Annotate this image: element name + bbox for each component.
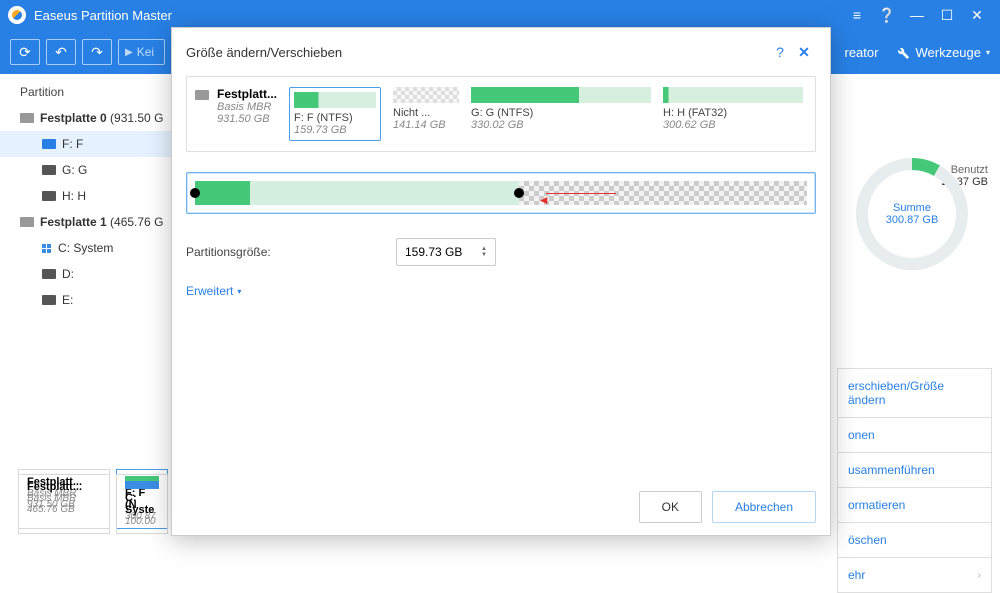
undo-button[interactable]: ↶ (46, 39, 76, 65)
tools-menu[interactable]: Werkzeuge ▾ (894, 44, 990, 60)
usage-donut: Summe 300.87 GB (852, 154, 972, 274)
overview-unallocated[interactable]: Nicht ... 141.14 GB (393, 87, 459, 141)
chevron-right-icon: › (978, 570, 981, 581)
partition-size-input[interactable]: 159.73 GB ▲▼ (396, 238, 496, 266)
overview-disk-info: Festplatt... Basis MBR 931.50 GB (195, 87, 277, 141)
op-more[interactable]: ehr› (837, 557, 992, 593)
refresh-button[interactable]: ⟳ (10, 39, 40, 65)
dialog-help-icon[interactable]: ? (768, 40, 792, 64)
app-logo-icon (8, 6, 26, 24)
partition-icon (42, 269, 56, 279)
sidebar-disk-0[interactable]: Festplatte 0 (931.50 G (0, 105, 200, 131)
cancel-button[interactable]: Abbrechen (712, 491, 816, 523)
system-icon (42, 243, 52, 253)
chevron-down-icon: ▾ (237, 287, 241, 296)
resize-unallocated-region (519, 181, 807, 205)
donut-sum-value: 300.87 GB (886, 214, 939, 226)
sidebar-part-c[interactable]: C: System (0, 235, 200, 261)
overview-part-f[interactable]: F: F (NTFS) 159.73 GB (289, 87, 381, 141)
sidebar-part-e[interactable]: E: (0, 287, 200, 313)
apply-button[interactable]: ▶ Kei (118, 39, 165, 65)
op-resize[interactable]: erschieben/Größe ändern (837, 368, 992, 418)
lower-disk1-part-c[interactable]: C: Syste 100.00 (116, 474, 168, 534)
help-icon[interactable]: ❔ (872, 0, 902, 30)
donut-sum-label: Summe (886, 202, 939, 214)
maximize-icon[interactable]: ☐ (932, 0, 962, 30)
redo-button[interactable]: ↷ (82, 39, 112, 65)
resize-handle-right[interactable] (514, 188, 524, 198)
op-delete[interactable]: öschen (837, 522, 992, 558)
dialog-close-icon[interactable]: ✕ (792, 40, 816, 64)
ok-button[interactable]: OK (639, 491, 702, 523)
disk-icon (195, 90, 209, 100)
sidebar-header: Partition (0, 79, 200, 105)
resize-handle-left[interactable] (190, 188, 200, 198)
minimize-icon[interactable]: — (902, 0, 932, 30)
op-format[interactable]: ormatieren (837, 487, 992, 523)
wrench-icon (894, 44, 910, 60)
close-window-icon[interactable]: ✕ (962, 0, 992, 30)
titlebar: Easeus Partition Master ≡ ❔ — ☐ ✕ (0, 0, 1000, 30)
disk-icon (20, 113, 34, 123)
operations-list: erschieben/Größe ändern onen usammenführ… (837, 369, 992, 593)
menu-icon[interactable]: ≡ (842, 0, 872, 30)
partition-icon (42, 165, 56, 175)
sidebar-part-h[interactable]: H: H (0, 183, 200, 209)
sidebar-part-f[interactable]: F: F (0, 131, 200, 157)
partition-icon (42, 295, 56, 305)
stepper-icon[interactable]: ▲▼ (481, 246, 487, 258)
sidebar-disk-1[interactable]: Festplatte 1 (465.76 G (0, 209, 200, 235)
overview-part-g[interactable]: G: G (NTFS) 330.02 GB (471, 87, 651, 141)
partition-icon (42, 191, 56, 201)
creator-button[interactable]: reator (845, 45, 879, 60)
lower-disk1-card[interactable]: Festplatt... Basis MBR 465.76 GB (18, 474, 110, 534)
resize-slider[interactable] (186, 172, 816, 214)
disk-icon (20, 217, 34, 227)
resize-dialog: Größe ändern/Verschieben ? ✕ Festplatt..… (171, 27, 831, 536)
disk-overview: Festplatt... Basis MBR 931.50 GB F: F (N… (186, 76, 816, 152)
overview-part-h[interactable]: H: H (FAT32) 300.62 GB (663, 87, 803, 141)
sidebar-part-d[interactable]: D: (0, 261, 200, 287)
op-clone[interactable]: onen (837, 417, 992, 453)
app-title: Easeus Partition Master (34, 8, 172, 23)
advanced-toggle[interactable]: Erweitert ▾ (186, 284, 816, 298)
partition-size-label: Partitionsgröße: (186, 245, 396, 259)
resize-partition-region[interactable] (195, 181, 519, 205)
partition-icon (42, 139, 56, 149)
dialog-title: Größe ändern/Verschieben (186, 45, 768, 60)
op-merge[interactable]: usammenführen (837, 452, 992, 488)
sidebar-part-g[interactable]: G: G (0, 157, 200, 183)
